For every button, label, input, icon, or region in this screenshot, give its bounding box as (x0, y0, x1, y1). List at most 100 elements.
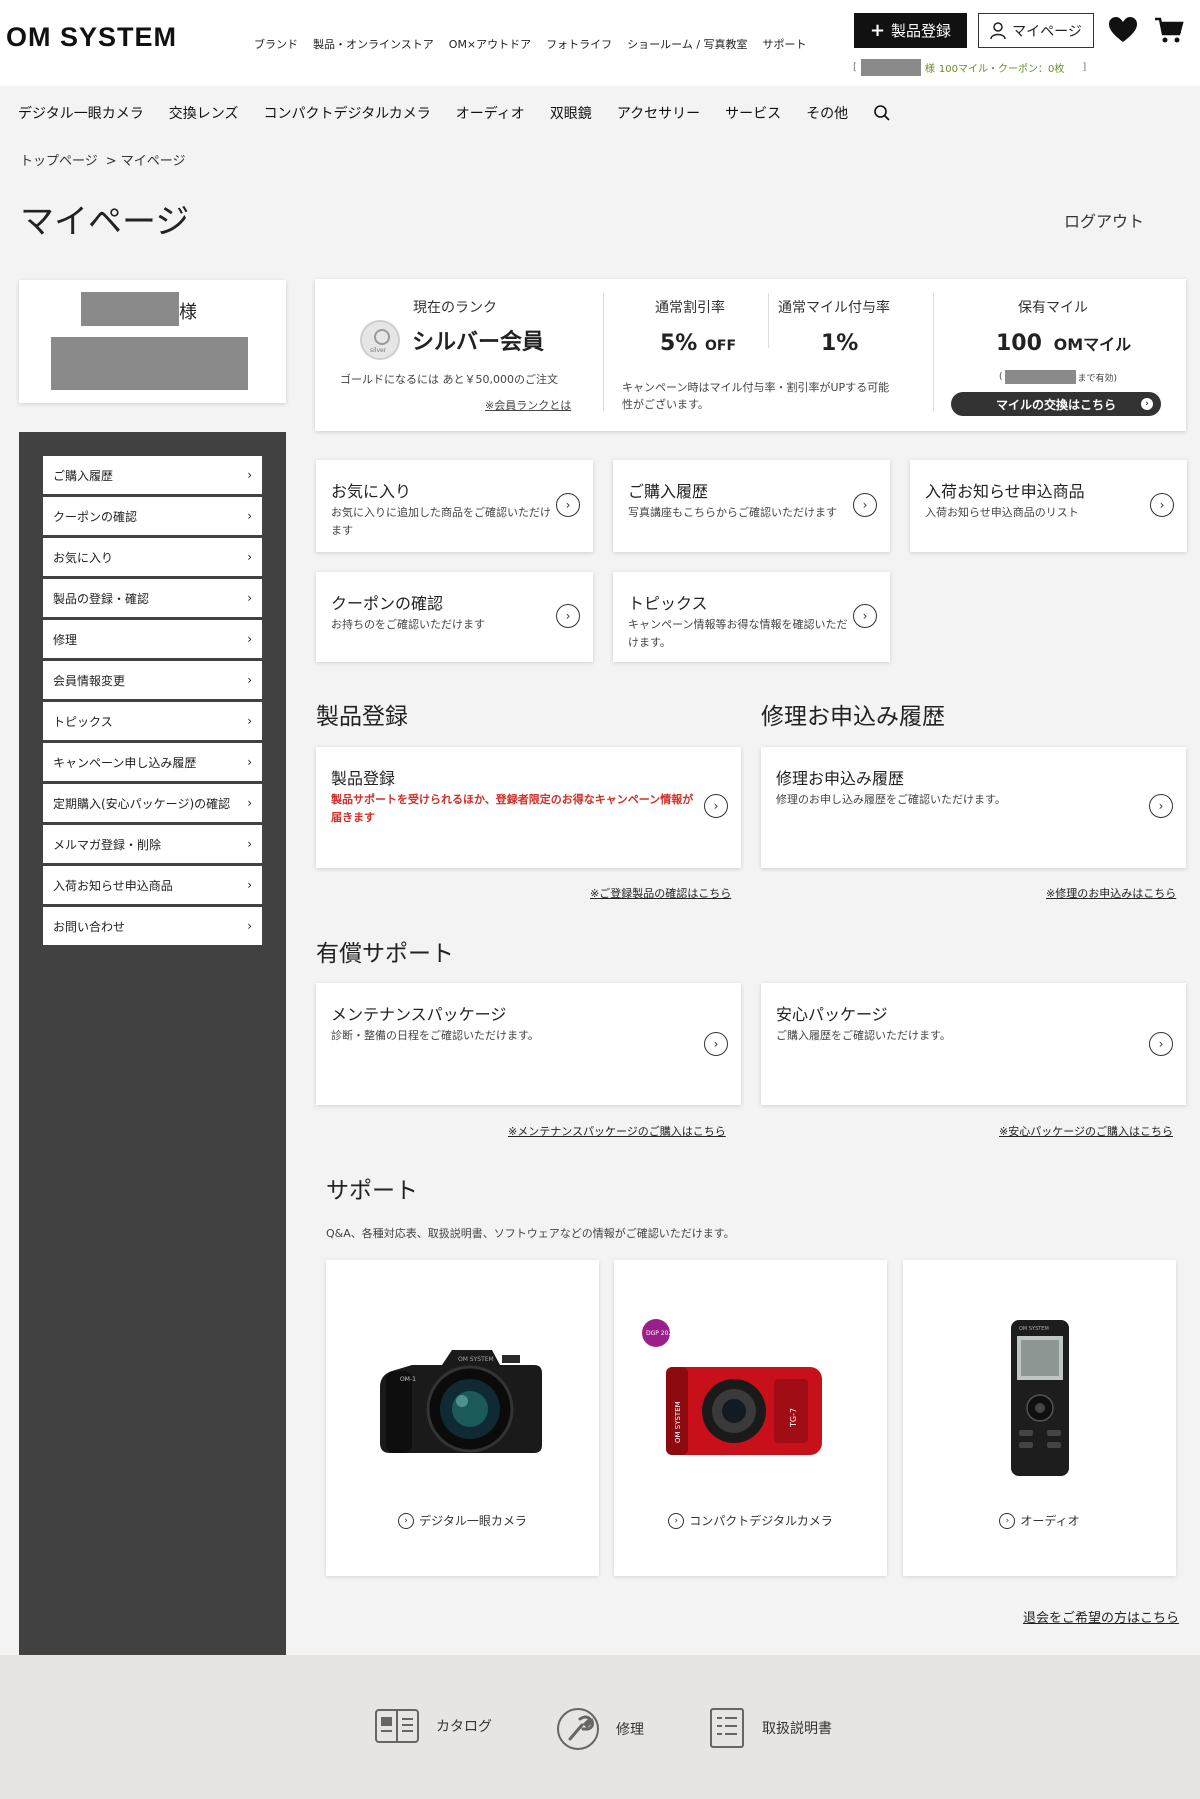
support-desc: Q&A、各種対応表、取扱説明書、ソフトウェアなどの情報がご確認いただけます。 (326, 1227, 735, 1240)
redacted-user-name (81, 292, 179, 326)
top-nav-photolife[interactable]: フォトライフ (546, 36, 612, 52)
footer-repair[interactable]: 修理 (556, 1707, 644, 1751)
quick-card-coupons[interactable]: クーポンの確認 お持ちのをご確認いただけます › (316, 572, 593, 662)
logout-link[interactable]: ログアウト (1064, 208, 1144, 232)
chevron-right-icon: › (247, 837, 252, 851)
breadcrumb-current: > マイページ (105, 154, 186, 169)
support-product-digital-slr[interactable]: OM SYSTEM OM-1 › デジタル一眼カメラ (326, 1260, 599, 1576)
chevron-circle-icon: › (704, 794, 728, 818)
card-desc: 入荷お知らせ申込商品のリスト (925, 506, 1079, 519)
cat-services[interactable]: サービス (725, 103, 781, 123)
sidebar-menu: ご購入履歴 › クーポンの確認 › お気に入り › 製品の登録・確認 › 修理 › 会員情報変更 › ト… (43, 455, 262, 947)
sidebar-item[interactable]: クーポンの確認 › (43, 496, 262, 536)
sidebar-item-label: メルマガ登録・削除 (53, 837, 162, 852)
quick-card-purchase-history[interactable]: ご購入履歴 写真講座もこちらからご確認いただけます › (613, 460, 890, 552)
mile-rate-value: 1% (821, 331, 859, 356)
product-label: コンパクトデジタルカメラ (689, 1514, 833, 1528)
sidebar-item-label: お気に入り (53, 550, 114, 565)
cat-audio[interactable]: オーディオ (456, 103, 525, 123)
sidebar-item[interactable]: 修理 › (43, 619, 262, 659)
brand-logo[interactable]: OM SYSTEM (6, 22, 177, 53)
product-label: デジタル一眼カメラ (419, 1514, 527, 1528)
anshin-purchase-link[interactable]: ※安心パッケージのご購入はこちら (999, 1123, 1173, 1139)
sidebar-item[interactable]: お問い合わせ › (43, 906, 262, 946)
support-product-compact[interactable]: DGP 2023 金賞 OM SYSTEM TG-7 › コンパクトデジタルカメ… (614, 1260, 887, 1576)
footer-catalog[interactable]: カタログ (374, 1707, 492, 1745)
card-desc: 診断・整備の日程をご確認いただけます。 (331, 1029, 539, 1042)
top-nav-outdoor[interactable]: OM×アウトドア (449, 36, 531, 52)
cat-accessories[interactable]: アクセサリー (617, 103, 700, 123)
mile-name-suffix: 様 (924, 64, 935, 75)
quick-card-topics[interactable]: トピックス キャンペーン情報等お得な情報を確認いただけます。 › (613, 572, 890, 662)
chevron-right-icon: › (247, 755, 252, 769)
repair-apply-link[interactable]: ※修理のお申込みはこちら (1046, 885, 1176, 901)
support-product-audio[interactable]: OM SYSTEM › オーディオ (903, 1260, 1176, 1576)
sidebar-item[interactable]: 製品の登録・確認 › (43, 578, 262, 618)
anshin-package-card[interactable]: 安心パッケージ ご購入履歴をご確認いただけます。 › (761, 983, 1186, 1105)
medal-text: silver (370, 347, 387, 354)
maintenance-package-card[interactable]: メンテナンスパッケージ 診断・整備の日程をご確認いただけます。 › (316, 983, 741, 1105)
mile-summary: [ 様 100マイル・クーポン：0枚 ] (853, 59, 1086, 76)
card-title: 安心パッケージ (776, 1005, 888, 1024)
card-desc: お持ちのをご確認いただけます (331, 618, 485, 631)
withdraw-link[interactable]: 退会をご希望の方はこちら (1023, 1607, 1179, 1626)
chevron-circle-icon: › (853, 493, 877, 517)
cart-icon[interactable] (1153, 14, 1185, 46)
top-nav-brand[interactable]: ブランド (254, 36, 298, 52)
sidebar-item[interactable]: ご購入履歴 › (43, 455, 262, 495)
mile-bracket-open: [ (853, 62, 857, 73)
card-desc: 修理のお申し込み履歴をご確認いただけます。 (776, 793, 1006, 806)
compact-camera-image: DGP 2023 金賞 OM SYSTEM TG-7 (642, 1319, 822, 1455)
mile-exchange-button[interactable]: マイルの交換はこちら › (951, 392, 1161, 416)
cat-other[interactable]: その他 (806, 103, 848, 123)
mile-exchange-label: マイルの交換はこちら (995, 397, 1116, 412)
card-title: 修理お申込み履歴 (776, 769, 905, 788)
sidebar-item[interactable]: 会員情報変更 › (43, 660, 262, 700)
sidebar-item[interactable]: トピックス › (43, 701, 262, 741)
sidebar-item[interactable]: 定期購入(安心パッケージ)の確認 › (43, 783, 262, 823)
chevron-right-icon: › (247, 468, 252, 482)
top-nav-support[interactable]: サポート (763, 36, 807, 52)
footer-manuals[interactable]: 取扱説明書 (708, 1707, 832, 1749)
chevron-circle-icon: › (556, 604, 580, 628)
sidebar-item[interactable]: 入荷お知らせ申込商品 › (43, 865, 262, 905)
cat-lenses[interactable]: 交換レンズ (169, 103, 239, 123)
camera-model-text: OM-1 (400, 1376, 416, 1383)
heart-icon[interactable] (1107, 14, 1139, 46)
sidebar-item[interactable]: メルマガ登録・削除 › (43, 824, 262, 864)
top-nav-products[interactable]: 製品・オンラインストア (313, 36, 434, 52)
chevron-right-icon: › (247, 632, 252, 646)
quick-card-arrival-notice[interactable]: 入荷お知らせ申込商品 入荷お知らせ申込商品のリスト › (910, 460, 1187, 552)
user-name-suffix: 様 (179, 302, 197, 323)
rank-about-link[interactable]: ※会員ランクとは (485, 397, 571, 413)
breadcrumb: トップページ > マイページ (20, 150, 186, 169)
sidebar-item-label: 定期購入(安心パッケージ)の確認 (53, 796, 231, 811)
breadcrumb-top[interactable]: トップページ (20, 150, 98, 169)
sidebar-item[interactable]: お気に入り › (43, 537, 262, 577)
cat-compact[interactable]: コンパクトデジタルカメラ (263, 103, 430, 123)
cat-digital-slr[interactable]: デジタル一眼カメラ (18, 103, 144, 123)
top-nav-showroom[interactable]: ショールーム / 写真教室 (627, 36, 747, 52)
chevron-right-icon: › (247, 878, 252, 892)
quick-card-favorites[interactable]: お気に入り お気に入りに追加した商品をご確認いただけます › (316, 460, 593, 552)
user-card: 様 (19, 280, 286, 403)
expire-text: まで有効) (1077, 373, 1118, 384)
compact-brand-text: OM SYSTEM (674, 1401, 682, 1443)
mile-coupon-text[interactable]: 100マイル・クーポン：0枚 (939, 60, 1064, 75)
product-register-button[interactable]: + 製品登録 (854, 13, 967, 48)
compact-model-text: TG-7 (789, 1408, 798, 1428)
product-register-card[interactable]: 製品登録 製品サポートを受けられるほか、登録者限定のお得なキャンペーン情報が届き… (316, 747, 741, 868)
maintenance-purchase-link[interactable]: ※メンテナンスパッケージのご購入はこちら (508, 1123, 726, 1139)
registered-products-link[interactable]: ※ご登録製品の確認はこちら (590, 885, 731, 901)
card-title: ご購入履歴 (628, 482, 709, 501)
sidebar-item-label: 製品の登録・確認 (53, 591, 150, 606)
cat-binoculars[interactable]: 双眼鏡 (550, 103, 592, 123)
search-icon[interactable] (873, 104, 891, 122)
sidebar-item[interactable]: キャンペーン申し込み履歴 › (43, 742, 262, 782)
sidebar-item-label: ご購入履歴 (53, 468, 114, 483)
mirrorless-camera-image: OM SYSTEM OM-1 (380, 1350, 542, 1453)
redacted-user-info (51, 337, 248, 390)
mypage-button[interactable]: マイページ (978, 13, 1094, 48)
silver-medal-icon: silver (360, 320, 400, 360)
repair-history-card[interactable]: 修理お申込み履歴 修理のお申し込み履歴をご確認いただけます。 › (761, 747, 1186, 868)
